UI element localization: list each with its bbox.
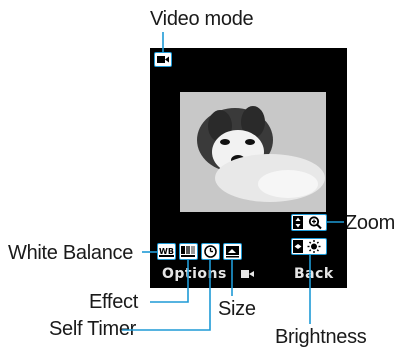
self-timer-callout-line [122, 260, 211, 331]
callout-lines [122, 32, 344, 331]
effect-callout-line [150, 260, 189, 303]
